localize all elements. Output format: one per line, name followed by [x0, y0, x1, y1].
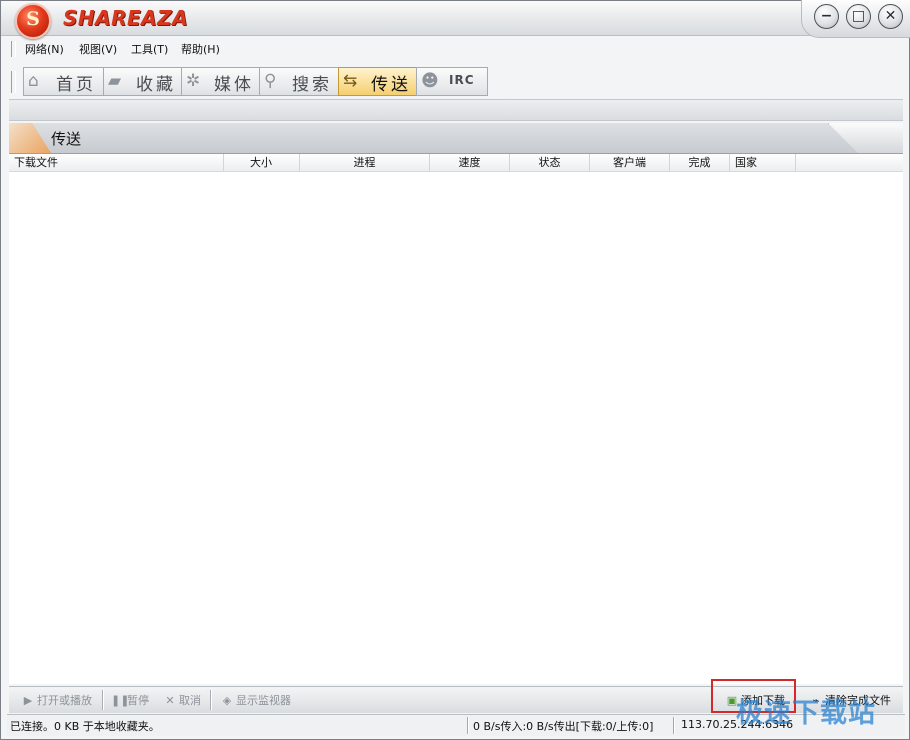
window-controls: − □ ✕	[801, 0, 910, 38]
folder-icon: ▰	[108, 71, 122, 91]
open-play-label: 打开或播放	[37, 694, 92, 707]
tab-search-label: 搜索	[292, 75, 332, 95]
menu-tools[interactable]: 工具(T)	[131, 41, 168, 57]
nav-toolbar: ⌂ 首页 ▰ 收藏 ✲ 媒体 ⚲ 搜索 ⇆ 传送 ☻ IRC	[9, 65, 903, 97]
status-connection: 已连接。0 KB 于本地收藏夹。	[10, 720, 160, 733]
film-reel-icon: ✲	[186, 71, 201, 91]
nav-grip[interactable]	[11, 71, 16, 93]
menu-view[interactable]: 视图(V)	[79, 41, 117, 57]
menu-network[interactable]: 网络(N)	[25, 41, 64, 57]
play-icon: ▶	[23, 694, 33, 707]
panel-header: 传送	[9, 123, 903, 154]
col-size[interactable]: 大小	[223, 154, 300, 171]
pause-label: 暂停	[127, 694, 149, 707]
cancel-label: 取消	[179, 694, 201, 707]
tab-transfers-label: 传送	[371, 75, 411, 95]
col-complete[interactable]: 完成	[670, 154, 730, 171]
show-monitor-label: 显示监视器	[236, 694, 291, 707]
main-window: S SHAREAZA − □ ✕ 网络(N) 视图(V) 工具(T) 帮助(H)…	[0, 0, 910, 740]
tab-transfers[interactable]: ⇆ 传送	[338, 67, 417, 96]
close-button[interactable]: ✕	[878, 4, 903, 29]
tab-irc[interactable]: ☻ IRC	[416, 67, 488, 96]
home-icon: ⌂	[28, 71, 39, 91]
status-divider	[467, 717, 469, 734]
cancel-button[interactable]: ✕ 取消	[163, 692, 201, 708]
toolbar-divider	[102, 690, 104, 710]
magnifier-icon: ⚲	[264, 71, 277, 91]
secondary-toolbar-strip	[9, 99, 903, 121]
panel-header-corner	[9, 123, 51, 153]
open-play-button[interactable]: ▶ 打开或播放	[21, 692, 92, 708]
tab-media-label: 媒体	[214, 75, 254, 95]
monitor-icon: ◈	[222, 694, 232, 707]
menu-help[interactable]: 帮助(H)	[181, 41, 220, 57]
panel-title: 传送	[51, 130, 82, 148]
title-bar: S SHAREAZA − □ ✕	[1, 0, 910, 39]
transfer-icon: ⇆	[343, 71, 358, 91]
tab-home-label: 首页	[56, 75, 96, 95]
pause-button[interactable]: ❚❚暂停	[111, 692, 149, 708]
status-divider	[673, 717, 675, 734]
tab-search[interactable]: ⚲ 搜索	[259, 67, 339, 96]
pause-icon: ❚❚	[111, 694, 130, 707]
col-country[interactable]: 国家	[730, 154, 796, 171]
col-status[interactable]: 状态	[510, 154, 590, 171]
tab-media[interactable]: ✲ 媒体	[181, 67, 260, 96]
watermark: 极速下载站	[736, 698, 876, 729]
minimize-button[interactable]: −	[814, 4, 839, 29]
col-client[interactable]: 客户端	[590, 154, 670, 171]
tab-library[interactable]: ▰ 收藏	[103, 67, 182, 96]
menu-grip[interactable]	[11, 41, 16, 57]
transfers-table-header: 下载文件 大小 进程 速度 状态 客户端 完成 国家	[9, 154, 903, 172]
toolbar-divider	[210, 690, 212, 710]
chat-users-icon: ☻	[421, 71, 439, 91]
col-speed[interactable]: 速度	[430, 154, 510, 171]
panel-header-tab	[828, 123, 903, 153]
transfers-list[interactable]	[9, 172, 903, 684]
app-title: SHAREAZA	[63, 6, 189, 30]
col-progress[interactable]: 进程	[300, 154, 430, 171]
shareaza-logo-icon: S	[15, 3, 51, 39]
menu-bar: 网络(N) 视图(V) 工具(T) 帮助(H)	[9, 39, 903, 59]
cross-icon: ✕	[165, 694, 175, 707]
tab-library-label: 收藏	[136, 75, 176, 95]
show-monitor-button[interactable]: ◈ 显示监视器	[220, 692, 291, 708]
maximize-button[interactable]: □	[846, 4, 871, 29]
col-file[interactable]: 下载文件	[9, 154, 224, 171]
status-bandwidth: 0 B/s传入:0 B/s传出[下载:0/上传:0]	[473, 720, 654, 733]
tab-home[interactable]: ⌂ 首页	[23, 67, 104, 96]
tab-irc-label: IRC	[449, 73, 475, 87]
